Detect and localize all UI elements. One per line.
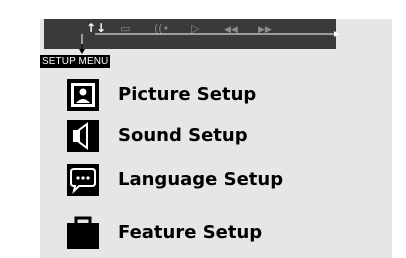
- speaker-icon: [67, 120, 99, 152]
- play-icon[interactable]: ▷: [191, 23, 199, 35]
- setup-icon[interactable]: ↑↓: [86, 22, 106, 34]
- setup-menu-title: SETUP MENU: [40, 55, 111, 68]
- speech-bubble-icon: [67, 164, 99, 196]
- briefcase-icon: [67, 216, 99, 249]
- menu-item-picture-setup[interactable]: Picture Setup: [60, 77, 380, 113]
- menu-item-sound-setup[interactable]: Sound Setup: [60, 118, 380, 154]
- menu-label-sound: Sound Setup: [118, 125, 248, 146]
- subtitle-icon[interactable]: ▭: [120, 23, 130, 35]
- rewind-icon[interactable]: ◀◀: [224, 24, 238, 36]
- menu-label-picture: Picture Setup: [118, 84, 257, 105]
- menu-label-feature: Feature Setup: [118, 222, 263, 243]
- osd-screen: ↑↓ ▭ ((• ▷ ◀◀ ▶▶ SETUP MENU Picture Setu…: [0, 0, 406, 258]
- menu-item-language-setup[interactable]: Language Setup: [60, 162, 380, 198]
- audio-icon[interactable]: ((•: [154, 23, 169, 35]
- menu-label-language: Language Setup: [118, 169, 284, 190]
- fast-forward-icon[interactable]: ▶▶: [258, 24, 272, 36]
- picture-icon: [67, 79, 99, 111]
- menu-item-feature-setup[interactable]: Feature Setup: [60, 215, 380, 251]
